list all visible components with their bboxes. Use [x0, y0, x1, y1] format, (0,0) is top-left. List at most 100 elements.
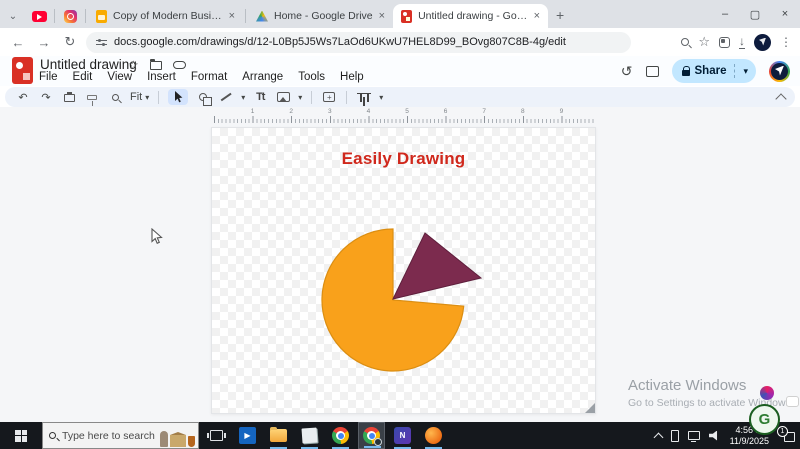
address-bar: ← → ↻ docs.google.com/drawings/d/12-L0Bp… [0, 28, 800, 56]
document-title[interactable]: Untitled drawing [40, 57, 137, 72]
menu-insert[interactable]: Insert [146, 71, 177, 83]
account-avatar[interactable] [769, 61, 790, 82]
print-button[interactable] [61, 89, 77, 105]
app-header: Untitled drawing ☆ File Edit View Insert… [0, 56, 800, 86]
google-drawings-logo[interactable] [12, 57, 33, 84]
tab-untitled-drawing-active[interactable]: Untitled drawing - Google Dra × [393, 4, 548, 28]
toolbar-divider [346, 91, 347, 104]
select-tool-button[interactable] [168, 89, 188, 105]
drive-favicon [256, 11, 268, 22]
pinned-tab-youtube[interactable] [26, 4, 52, 28]
share-caret-icon[interactable]: ▾ [743, 66, 752, 77]
zoom-search-icon[interactable] [681, 38, 689, 46]
menu-file[interactable]: File [38, 71, 59, 83]
menu-edit[interactable]: Edit [72, 71, 94, 83]
search-artwork [160, 431, 195, 447]
close-icon[interactable]: × [534, 10, 540, 22]
tab-organizer-icon[interactable] [719, 37, 730, 48]
sticky-notes-app[interactable] [296, 422, 323, 449]
close-icon[interactable]: × [229, 10, 235, 22]
taskbar-search-input[interactable]: Type here to search [42, 422, 199, 449]
insert-comment-button[interactable]: + [321, 89, 337, 105]
your-phone-icon[interactable] [671, 430, 679, 442]
undo-button[interactable]: ↶ [15, 89, 31, 105]
menu-bar: File Edit View Insert Format Arrange Too… [38, 71, 365, 83]
extension-float-icon[interactable] [760, 386, 774, 400]
drawing-canvas[interactable]: Easily Drawing [211, 127, 596, 414]
horizontal-ruler: 1 2 3 4 5 6 7 8 9 [214, 109, 595, 123]
menu-arrange[interactable]: Arrange [241, 71, 284, 83]
drawing-toolbar: ↶ ↷ Fit ▾ ▾ Tt ▾ + ▾ [5, 87, 795, 107]
file-explorer-app[interactable] [265, 422, 292, 449]
hide-menus-chevron-icon[interactable] [775, 93, 786, 104]
reload-button[interactable]: ↻ [60, 32, 80, 52]
browser-menu-icon[interactable]: ⋮ [780, 35, 792, 49]
orange-browser-app[interactable] [420, 422, 447, 449]
text-box-button[interactable]: Tt [252, 89, 268, 105]
note-icon [301, 427, 317, 443]
menu-tools[interactable]: Tools [297, 71, 326, 83]
forward-button[interactable]: → [34, 32, 54, 52]
text-icon: Tt [256, 91, 264, 103]
paint-format-button[interactable] [84, 89, 100, 105]
version-history-icon[interactable]: ↺ [621, 63, 633, 80]
pinned-tab-instagram[interactable] [57, 4, 83, 28]
downloads-icon[interactable]: ↓ [739, 36, 745, 49]
close-icon[interactable]: × [379, 10, 385, 22]
site-settings-icon[interactable] [96, 38, 107, 47]
star-document-icon[interactable]: ☆ [128, 58, 139, 72]
share-button[interactable]: Share ▾ [672, 59, 757, 83]
image-caret-icon[interactable]: ▾ [298, 93, 302, 102]
movies-tv-app[interactable]: ▶ [234, 422, 261, 449]
screen-recorder-widget[interactable]: G [749, 404, 780, 435]
menu-format[interactable]: Format [190, 71, 228, 83]
tab-google-drive[interactable]: Home - Google Drive × [248, 4, 393, 28]
insert-image-button[interactable] [275, 89, 291, 105]
network-icon[interactable] [688, 431, 700, 440]
chrome-app[interactable] [327, 422, 354, 449]
temple-art-icon [170, 435, 186, 447]
move-folder-icon[interactable] [150, 61, 162, 70]
chrome-app-active[interactable] [358, 422, 385, 449]
triangle-shape[interactable] [393, 233, 481, 299]
maximize-button[interactable]: ▢ [740, 0, 770, 28]
menu-help[interactable]: Help [339, 71, 365, 83]
lock-icon [682, 70, 690, 76]
tooltip-bubble-icon[interactable] [786, 396, 799, 407]
window-controls: – ▢ × [710, 0, 800, 28]
redo-button[interactable]: ↷ [38, 89, 54, 105]
ruler-number: 1 [251, 108, 255, 115]
zoom-level-select[interactable]: Fit ▾ [130, 91, 149, 103]
zoom-button[interactable] [107, 89, 123, 105]
url-field[interactable]: docs.google.com/drawings/d/12-L0Bp5J5Ws7… [86, 32, 631, 53]
line-tool-caret-icon[interactable]: ▾ [241, 93, 245, 102]
print-icon [64, 94, 75, 102]
start-button[interactable] [0, 422, 42, 449]
action-center-button[interactable]: 1 [780, 429, 796, 443]
close-window-button[interactable]: × [770, 0, 800, 28]
input-tools-caret-icon[interactable]: ▾ [379, 93, 383, 102]
comments-icon[interactable] [646, 66, 659, 77]
tab-modern-business-plan[interactable]: Copy of Modern Business Plan × [88, 4, 243, 28]
url-text[interactable]: docs.google.com/drawings/d/12-L0Bp5J5Ws7… [114, 36, 566, 48]
statue-art-icon [160, 431, 168, 447]
browser-profile-avatar[interactable] [754, 34, 771, 51]
mouse-cursor-icon [150, 228, 163, 245]
menu-view[interactable]: View [106, 71, 133, 83]
volume-icon[interactable] [709, 431, 721, 441]
new-tab-button[interactable]: + [548, 3, 572, 27]
tab-search-chevron-icon[interactable]: ⌄ [0, 4, 26, 28]
clipchamp-app[interactable]: N [389, 422, 416, 449]
back-button[interactable]: ← [8, 32, 28, 52]
line-tool-button[interactable] [218, 89, 234, 105]
shape-tool-button[interactable] [195, 89, 211, 105]
canvas-resize-handle[interactable] [585, 403, 595, 413]
cloud-status-icon[interactable] [173, 61, 186, 69]
share-label: Share [695, 65, 727, 77]
input-tools-button[interactable] [356, 89, 372, 105]
task-view-button[interactable] [203, 422, 230, 449]
show-hidden-icons-chevron[interactable] [653, 432, 663, 442]
minimize-button[interactable]: – [710, 0, 740, 28]
chrome-icon [332, 427, 349, 444]
bookmark-star-icon[interactable]: ☆ [698, 34, 710, 50]
